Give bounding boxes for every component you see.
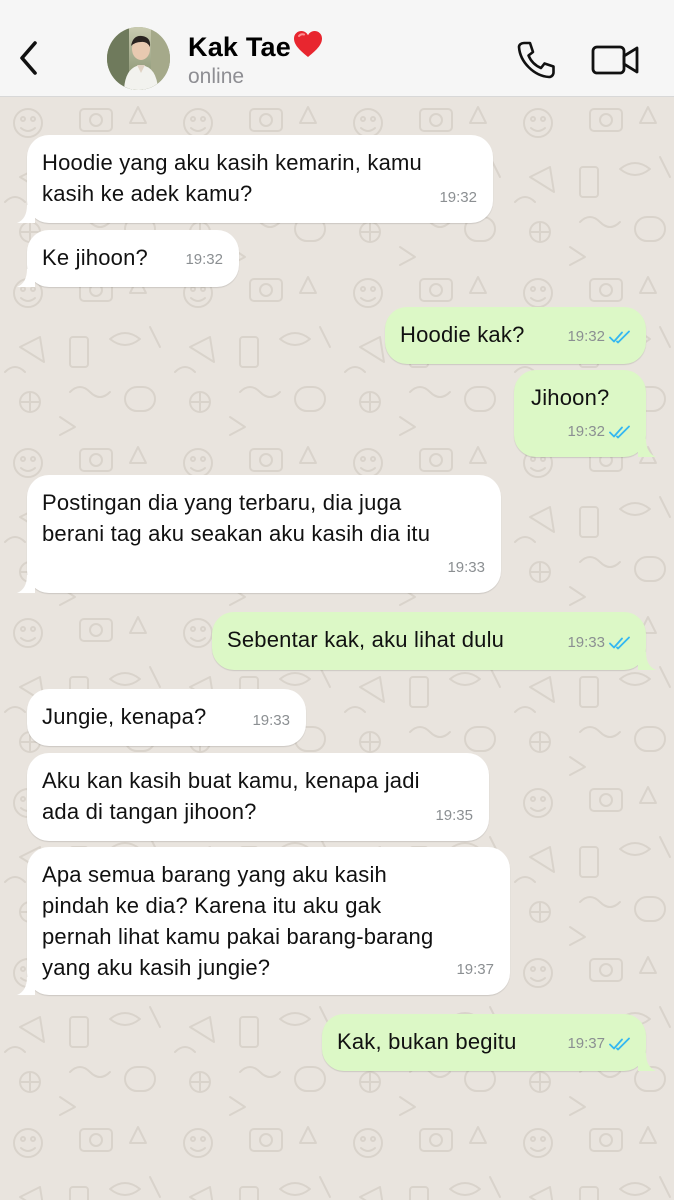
- read-double-check-icon: [609, 1037, 631, 1051]
- contact-name-text: Kak Tae: [188, 32, 291, 62]
- message-incoming[interactable]: Apa semua barang yang aku kasih pindah k…: [17, 847, 510, 995]
- message-time: 19:32: [567, 328, 605, 345]
- message-time: 19:33: [447, 559, 485, 576]
- chat-screen: Kak Tae online Hoodie yang aku kasih kem…: [0, 0, 674, 1200]
- video-call-button[interactable]: [590, 40, 642, 80]
- message-incoming[interactable]: Hoodie yang aku kasih kemarin, kamu kasi…: [17, 135, 493, 223]
- chat-header: Kak Tae online: [0, 0, 674, 97]
- chevron-left-icon: [17, 40, 39, 81]
- read-double-check-icon: [609, 425, 631, 439]
- bubble-tail: [17, 575, 35, 593]
- message-time: 19:33: [567, 634, 605, 651]
- message-time: 19:33: [252, 712, 290, 729]
- message-text: Postingan dia yang terbaru, dia juga ber…: [42, 490, 431, 546]
- back-button[interactable]: [10, 38, 46, 82]
- message-time: 19:32: [185, 251, 223, 268]
- message-outgoing[interactable]: Hoodie kak? 19:32: [385, 307, 646, 364]
- phone-icon: [514, 41, 558, 86]
- contact-name[interactable]: Kak Tae: [188, 30, 323, 65]
- message-time: 19:37: [567, 1035, 605, 1052]
- read-double-check-icon: [609, 636, 631, 650]
- avatar[interactable]: [107, 27, 170, 90]
- message-outgoing[interactable]: Jihoon? 19:32: [514, 370, 656, 457]
- message-text: Apa semua barang yang aku kasih pindah k…: [42, 862, 434, 980]
- message-incoming[interactable]: Aku kan kasih buat kamu, kenapa jadi ada…: [27, 753, 489, 841]
- message-time: 19:32: [439, 189, 477, 206]
- voice-call-button[interactable]: [514, 38, 558, 82]
- message-text: Jihoon?: [531, 385, 610, 410]
- message-text: Aku kan kasih buat kamu, kenapa jadi ada…: [42, 768, 420, 824]
- contact-status: online: [188, 65, 245, 88]
- video-camera-icon: [590, 45, 642, 84]
- read-double-check-icon: [609, 330, 631, 344]
- bubble-tail: [17, 977, 35, 995]
- bubble-tail: [17, 269, 35, 287]
- message-incoming[interactable]: Ke jihoon? 19:32: [17, 230, 239, 287]
- message-outgoing[interactable]: Sebentar kak, aku lihat dulu 19:33: [212, 612, 656, 670]
- bubble-tail: [638, 1053, 656, 1071]
- message-incoming[interactable]: Postingan dia yang terbaru, dia juga ber…: [17, 475, 501, 593]
- message-time: 19:32: [567, 423, 605, 440]
- heart-icon: [293, 30, 323, 65]
- message-list[interactable]: Hoodie yang aku kasih kemarin, kamu kasi…: [0, 97, 674, 1200]
- message-outgoing[interactable]: Kak, bukan begitu 19:37: [322, 1014, 656, 1071]
- bubble-tail: [17, 205, 35, 223]
- message-incoming[interactable]: Jungie, kenapa? 19:33: [27, 689, 306, 746]
- bubble-tail: [638, 439, 656, 457]
- message-text: Hoodie yang aku kasih kemarin, kamu kasi…: [42, 150, 422, 206]
- bubble-tail: [638, 652, 656, 670]
- message-time: 19:37: [456, 961, 494, 978]
- contact-photo: [107, 27, 170, 90]
- message-time: 19:35: [435, 807, 473, 824]
